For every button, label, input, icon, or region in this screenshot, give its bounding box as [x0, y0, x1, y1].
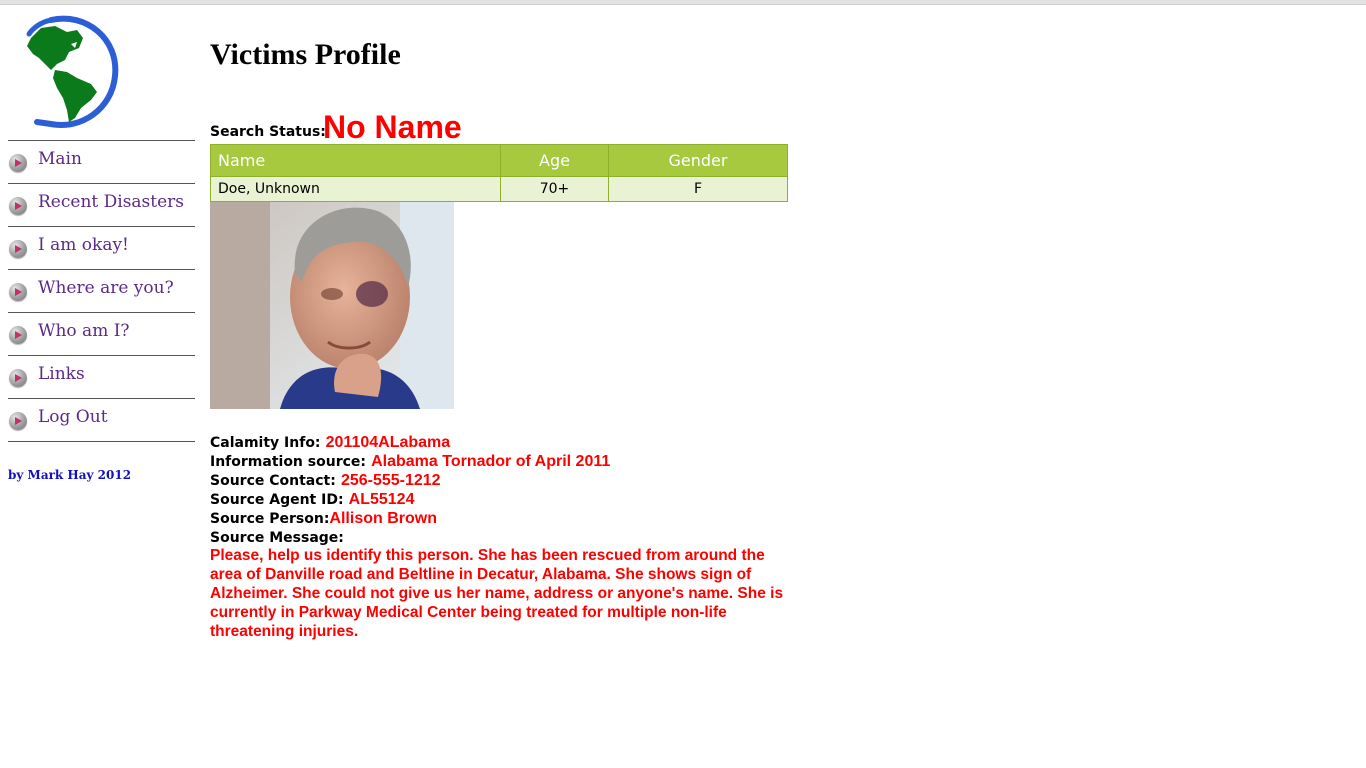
source-message-text: Please, help us identify this person. Sh…	[210, 547, 784, 640]
source-agent-id-label: Source Agent ID:	[210, 492, 344, 508]
information-source-label: Information source:	[210, 454, 366, 470]
source-agent-id-value: AL55124	[348, 491, 415, 508]
nav-item-label: Where are you?	[38, 278, 174, 298]
nav-item-i-am-okay[interactable]: I am okay!	[8, 227, 195, 270]
calamity-info-value: 201104ALabama	[325, 434, 451, 451]
page-title: Victims Profile	[210, 38, 401, 71]
table-row: Doe, Unknown 70+ F	[210, 176, 788, 202]
search-status-label: Search Status:	[210, 124, 326, 140]
browser-top-border	[0, 0, 1366, 5]
column-header-age: Age	[500, 144, 609, 177]
nav-item-label: Recent Disasters	[38, 192, 185, 212]
victim-info: Calamity Info: 201104ALabama Information…	[210, 432, 790, 641]
nav-item-log-out[interactable]: Log Out	[8, 399, 195, 442]
source-person-value: Allison Brown	[329, 510, 437, 527]
table-header-row: Name Age Gender	[210, 144, 788, 177]
source-message-label: Source Message:	[210, 530, 344, 546]
play-bullet-icon	[9, 412, 27, 430]
nav-item-links[interactable]: Links	[8, 356, 195, 399]
nav-item-label: Who am I?	[38, 321, 130, 341]
search-status-value: No Name	[323, 109, 462, 145]
information-source: Information source: Alabama Tornador of …	[210, 451, 790, 470]
victim-table: Name Age Gender Doe, Unknown 70+ F	[210, 144, 788, 202]
nav-item-who-am-i[interactable]: Who am I?	[8, 313, 195, 356]
main-content: Victims Profile Search Status: No Name N…	[210, 36, 790, 641]
globe-logo-icon	[11, 14, 121, 132]
nav-item-label: Main	[38, 149, 82, 169]
calamity-info: Calamity Info: 201104ALabama	[210, 432, 790, 451]
nav-item-where-are-you[interactable]: Where are you?	[8, 270, 195, 313]
nav-item-main[interactable]: Main	[8, 141, 195, 184]
source-contact: Source Contact: 256-555-1212	[210, 470, 790, 489]
source-person-label: Source Person:	[210, 511, 330, 527]
source-message: Source Message:	[210, 527, 790, 546]
play-bullet-icon	[9, 197, 27, 215]
play-bullet-icon	[9, 369, 27, 387]
source-contact-value: 256-555-1212	[340, 472, 441, 489]
play-bullet-icon	[9, 326, 27, 344]
source-person: Source Person:Allison Brown	[210, 508, 790, 527]
search-status: Search Status: No Name	[210, 108, 790, 144]
sidebar: Main Recent Disasters I am okay! Where a…	[8, 14, 195, 482]
play-bullet-icon	[9, 240, 27, 258]
cell-gender: F	[608, 176, 788, 202]
column-header-name: Name	[210, 144, 501, 177]
nav-item-label: I am okay!	[38, 235, 129, 255]
source-contact-label: Source Contact:	[210, 473, 336, 489]
source-agent-id: Source Agent ID: AL55124	[210, 489, 790, 508]
information-source-value: Alabama Tornador of April 2011	[371, 453, 611, 470]
play-bullet-icon	[9, 283, 27, 301]
main-nav: Main Recent Disasters I am okay! Where a…	[8, 140, 195, 442]
author-credit: by Mark Hay 2012	[8, 468, 132, 482]
nav-item-label: Links	[38, 364, 85, 384]
column-header-gender: Gender	[608, 144, 788, 177]
victim-photo	[210, 202, 454, 409]
nav-item-label: Log Out	[38, 407, 108, 427]
cell-name: Doe, Unknown	[210, 176, 501, 202]
calamity-info-label: Calamity Info:	[210, 435, 321, 451]
nav-item-recent-disasters[interactable]: Recent Disasters	[8, 184, 195, 227]
play-bullet-icon	[9, 154, 27, 172]
cell-age: 70+	[500, 176, 609, 202]
